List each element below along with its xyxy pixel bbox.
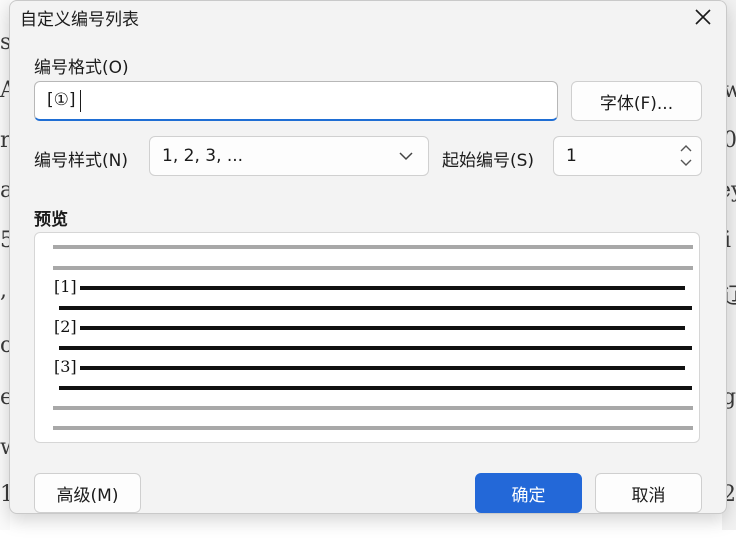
style-select-value: 1, 2, 3, ... [162,146,244,166]
preview-item-label: [2] [54,317,77,336]
preview-line [53,245,693,249]
preview-line [80,366,685,370]
preview-item-label: [3] [54,357,77,376]
text-caret [80,90,81,112]
preview-line [53,266,693,270]
start-number-value: 1 [566,146,577,166]
preview-line [59,306,692,310]
preview-label: 预览 [34,210,68,230]
preview-line [80,326,685,330]
format-input[interactable]: [①] [34,81,558,121]
background-text: , [0,278,7,303]
preview-line [80,286,685,290]
chevron-down-icon[interactable] [679,158,693,168]
preview-item-label: [1] [54,277,77,296]
preview-line [59,386,692,390]
close-icon [695,9,711,25]
chevron-down-icon [399,152,413,161]
preview-line [53,426,693,430]
style-label: 编号样式(N) [34,151,128,171]
start-number-stepper[interactable]: 1 [553,136,702,176]
preview-line [59,346,692,350]
font-button[interactable]: 字体(F)... [571,81,702,121]
format-input-value: [①] [47,90,76,110]
preview-panel: [1] [2] [3] [34,232,700,443]
dialog-title: 自定义编号列表 [20,10,139,30]
cancel-button[interactable]: 取消 [595,473,702,513]
style-select[interactable]: 1, 2, 3, ... [149,136,429,176]
advanced-button[interactable]: 高级(M) [34,473,141,513]
custom-numbered-list-dialog: 自定义编号列表 编号格式(O) [①] 字体(F)... 编号样式(N) 1, … [9,0,727,514]
format-label: 编号格式(O) [34,58,129,78]
background-bottom [0,530,736,544]
dialog-titlebar: 自定义编号列表 [10,1,726,33]
ok-button[interactable]: 确定 [475,473,582,513]
preview-line [53,406,693,410]
close-button[interactable] [686,1,720,33]
start-label: 起始编号(S) [442,151,535,171]
chevron-up-icon[interactable] [679,143,693,153]
